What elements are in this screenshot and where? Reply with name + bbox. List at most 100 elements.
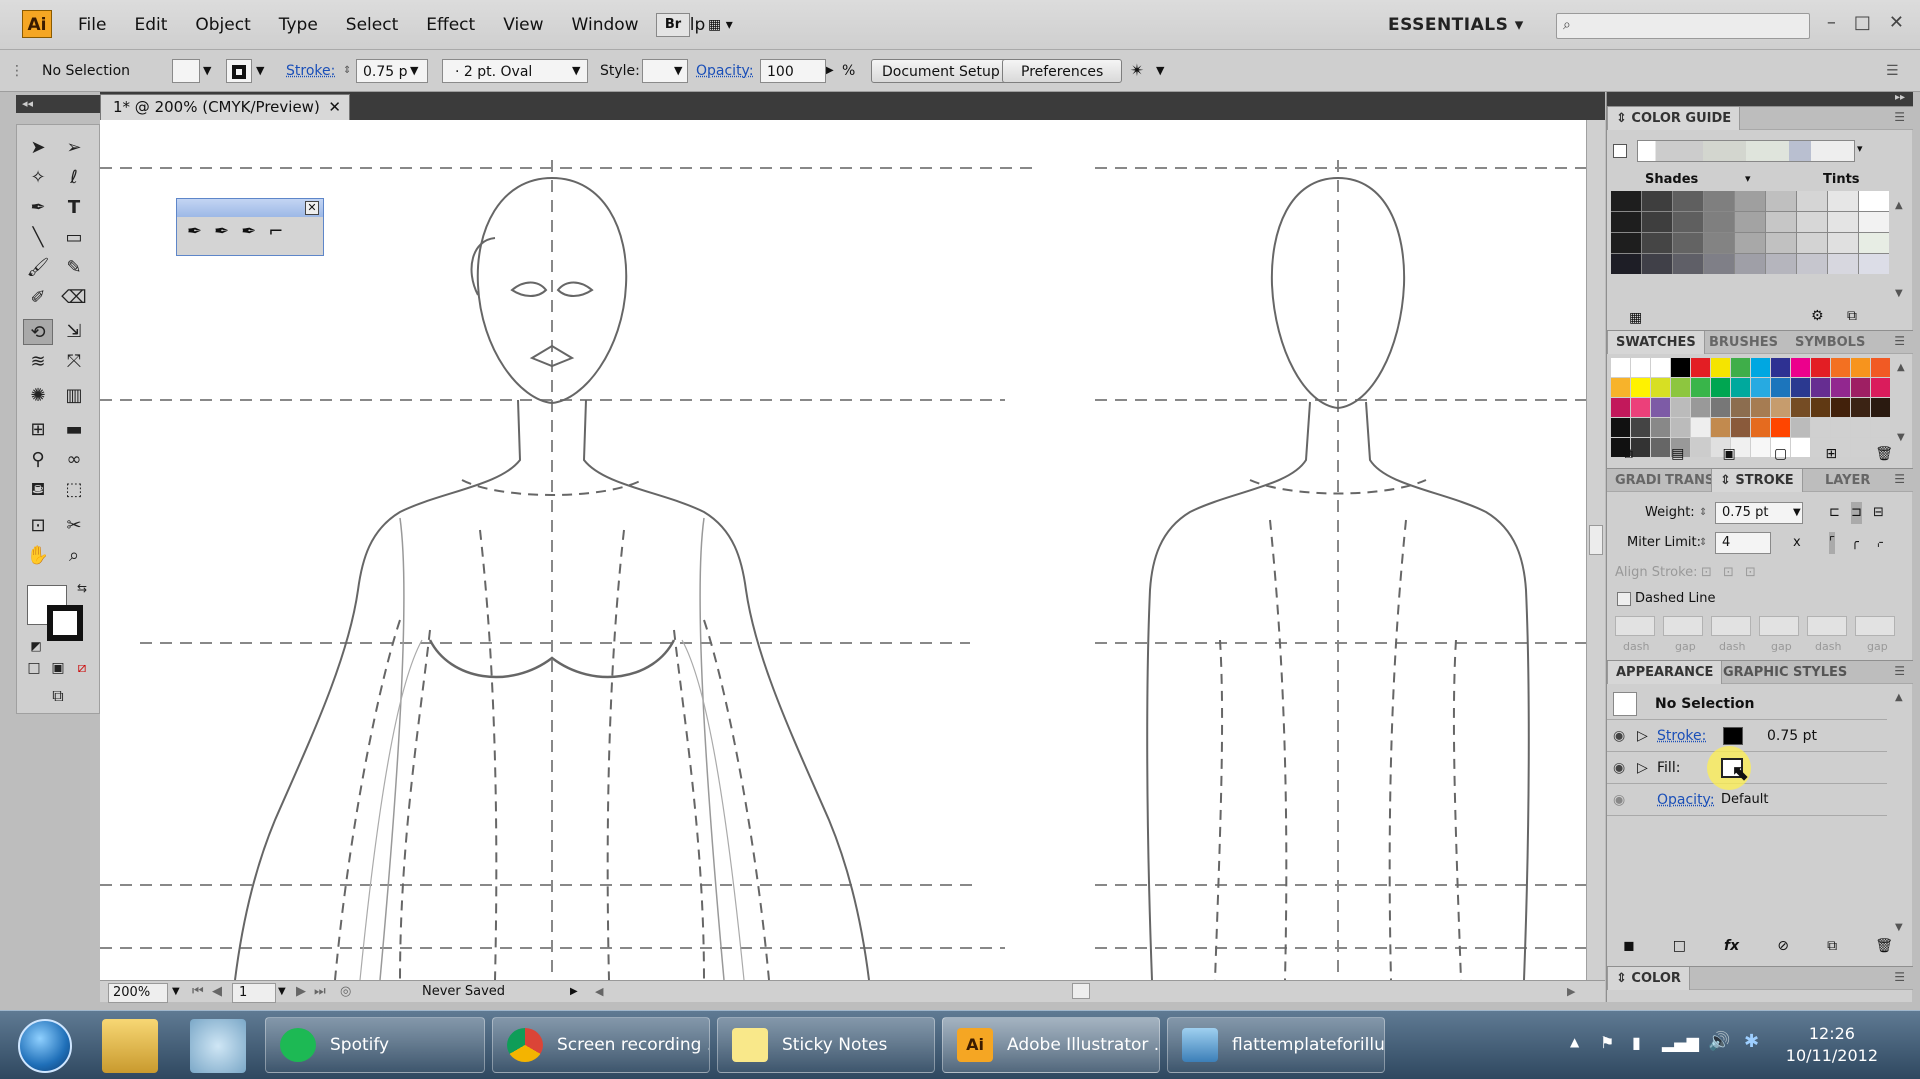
horizontal-scrollbar-thumb[interactable] xyxy=(1072,983,1090,999)
swatch[interactable] xyxy=(1811,378,1830,397)
weight-input[interactable]: 0.75 pt xyxy=(1715,502,1803,524)
delete-swatch-icon[interactable]: 🗑 xyxy=(1875,446,1893,462)
swatch[interactable] xyxy=(1851,418,1870,437)
swatch[interactable] xyxy=(1651,358,1670,377)
action-center-flag-icon[interactable]: ⚑ xyxy=(1600,1033,1614,1052)
miter-join-icon[interactable]: ⌜ xyxy=(1829,532,1836,554)
file-explorer-icon[interactable] xyxy=(102,1019,158,1073)
color-variation-swatch[interactable] xyxy=(1797,212,1827,232)
appearance-opacity-row[interactable]: ◉ Opacity: Default xyxy=(1607,784,1887,816)
swatch[interactable] xyxy=(1691,418,1710,437)
swatch[interactable] xyxy=(1831,398,1850,417)
none-mode-icon[interactable]: ⧄ xyxy=(67,655,97,681)
swatch[interactable] xyxy=(1851,398,1870,417)
swatch[interactable] xyxy=(1831,378,1850,397)
dash-2-input[interactable] xyxy=(1711,616,1751,636)
swatch[interactable] xyxy=(1851,358,1870,377)
panel-menu-icon[interactable]: ☰ xyxy=(1886,59,1899,83)
swatch[interactable] xyxy=(1611,358,1630,377)
eye-icon[interactable]: ◉ xyxy=(1613,784,1625,816)
swatch[interactable] xyxy=(1811,418,1830,437)
fill-color-picker[interactable] xyxy=(172,59,200,83)
isolate-object-icon[interactable]: ✴ xyxy=(1130,59,1144,83)
swatch[interactable] xyxy=(1851,378,1870,397)
scroll-down-icon[interactable]: ▼ xyxy=(1895,288,1903,299)
menu-object[interactable]: Object xyxy=(181,0,264,50)
stroke-link[interactable]: Stroke: xyxy=(1657,720,1706,752)
base-color-swatch[interactable] xyxy=(1613,144,1627,158)
close-icon[interactable]: ✕ xyxy=(305,201,319,215)
scroll-right-icon[interactable]: ▶ xyxy=(1567,983,1575,1001)
opacity-label[interactable]: Opacity: xyxy=(696,59,754,83)
color-variation-swatch[interactable] xyxy=(1642,191,1672,211)
swatch[interactable] xyxy=(1871,418,1890,437)
chevron-down-icon[interactable]: ▼ xyxy=(172,983,180,1001)
color-variation-swatch[interactable] xyxy=(1611,191,1641,211)
arrange-documents-button[interactable]: ▦ ▾ xyxy=(708,13,756,37)
chevron-down-icon[interactable]: ▼ xyxy=(278,983,286,1001)
swatch[interactable] xyxy=(1871,398,1890,417)
dock-collapse-bar[interactable]: ▸▸ xyxy=(1607,92,1913,106)
swatch[interactable] xyxy=(1751,418,1770,437)
taskbar-sticky-notes[interactable]: Sticky Notes xyxy=(717,1017,935,1073)
chevron-down-icon[interactable]: ▼ xyxy=(410,59,418,83)
swatch[interactable] xyxy=(1671,398,1690,417)
artboard-tool-icon[interactable]: ⊡ xyxy=(23,513,53,539)
swatch[interactable] xyxy=(1791,398,1810,417)
menu-window[interactable]: Window xyxy=(558,0,653,50)
color-variation-swatch[interactable] xyxy=(1611,254,1641,274)
swatch[interactable] xyxy=(1811,358,1830,377)
scrollbar-thumb[interactable] xyxy=(1589,525,1603,555)
appearance-tab[interactable]: APPEARANCE xyxy=(1607,661,1723,684)
swatch[interactable] xyxy=(1711,378,1730,397)
color-variation-swatch[interactable] xyxy=(1642,254,1672,274)
pen-tool-icon[interactable]: ✒ xyxy=(23,195,53,221)
scroll-up-icon[interactable]: ▲ xyxy=(1895,200,1903,211)
projecting-cap-icon[interactable]: ⊟ xyxy=(1873,502,1884,524)
pencil-tool-icon[interactable]: ✎ xyxy=(59,255,89,281)
color-variation-swatch[interactable] xyxy=(1766,212,1796,232)
graphic-styles-tab[interactable]: GRAPHIC STYLES xyxy=(1715,661,1855,684)
color-variation-swatch[interactable] xyxy=(1673,233,1703,253)
color-variation-swatch[interactable] xyxy=(1766,233,1796,253)
swatch[interactable] xyxy=(1671,418,1690,437)
menu-type[interactable]: Type xyxy=(265,0,332,50)
symbol-sprayer-tool-icon[interactable]: ✺ xyxy=(23,383,53,409)
scale-tool-icon[interactable]: ⇲ xyxy=(59,319,89,345)
line-tool-icon[interactable]: ╲ xyxy=(23,225,53,251)
save-to-swatches-icon[interactable]: ⧉ xyxy=(1847,308,1857,324)
color-variation-swatch[interactable] xyxy=(1704,254,1734,274)
scroll-down-icon[interactable]: ▼ xyxy=(1897,432,1905,443)
panel-menu-icon[interactable]: ☰ xyxy=(1894,970,1905,984)
symbols-tab[interactable]: SYMBOLS xyxy=(1787,331,1873,354)
previous-artboard-icon[interactable]: ◀ xyxy=(212,983,222,1001)
help-search-input[interactable]: ⌕ xyxy=(1556,13,1810,39)
warp-tool-icon[interactable]: ≋ xyxy=(23,349,53,375)
minimize-icon[interactable]: – xyxy=(1827,12,1836,33)
dashed-line-checkbox[interactable] xyxy=(1617,592,1631,606)
panel-menu-icon[interactable]: ☰ xyxy=(1894,664,1905,678)
vertical-scrollbar[interactable] xyxy=(1586,120,1605,980)
zoom-level-input[interactable]: 200% xyxy=(108,983,168,1003)
delete-item-icon[interactable]: 🗑 xyxy=(1875,938,1893,954)
swatch[interactable] xyxy=(1611,418,1630,437)
chevron-down-icon[interactable]: ▼ xyxy=(674,59,682,83)
live-paint-bucket-tool-icon[interactable]: ⛾ xyxy=(23,477,53,503)
swatch[interactable] xyxy=(1671,378,1690,397)
align-outside-icon[interactable]: ⊡ xyxy=(1745,562,1756,584)
stepper-icon[interactable]: ⇕ xyxy=(1699,502,1707,524)
network-icon[interactable]: ▂▄▆ xyxy=(1662,1033,1699,1052)
swatch[interactable] xyxy=(1691,398,1710,417)
blend-tool-icon[interactable]: ∞ xyxy=(59,447,89,473)
butt-cap-icon[interactable]: ⊏ xyxy=(1829,502,1840,524)
color-variation-swatch[interactable] xyxy=(1859,254,1889,274)
scroll-up-icon[interactable]: ▲ xyxy=(1895,692,1903,703)
swatch[interactable] xyxy=(1711,398,1730,417)
gap-2-input[interactable] xyxy=(1759,616,1799,636)
menu-view[interactable]: View xyxy=(489,0,557,50)
color-variation-swatch[interactable] xyxy=(1797,191,1827,211)
taskbar-illustrator[interactable]: Ai Adobe Illustrator ... xyxy=(942,1017,1160,1073)
scroll-up-icon[interactable]: ▲ xyxy=(1897,362,1905,373)
color-variation-swatch[interactable] xyxy=(1735,191,1765,211)
opacity-input[interactable]: 100 xyxy=(760,59,826,83)
